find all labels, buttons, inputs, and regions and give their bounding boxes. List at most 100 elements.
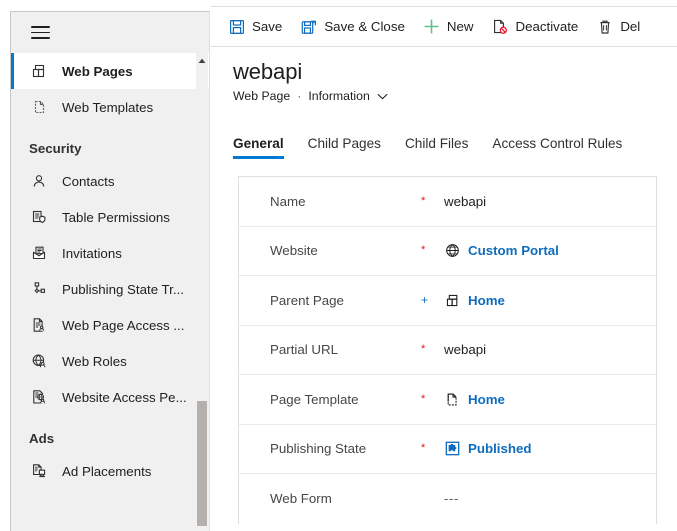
sitemap-header xyxy=(11,12,209,53)
field-value: --- xyxy=(444,491,459,507)
form-row-partial-url: Partial URL * webapi xyxy=(239,326,656,375)
command-bar: Save Save & Close New Deactivate Del xyxy=(211,6,677,47)
scrollbar-thumb[interactable] xyxy=(197,401,207,526)
tab-access-control-rules[interactable]: Access Control Rules xyxy=(480,125,634,162)
form-row-parent-page: Parent Page + Home xyxy=(239,276,656,326)
page-template-icon xyxy=(444,391,461,408)
record-subheader: Web Page · Information xyxy=(233,89,677,103)
record-header: webapi Web Page · Information xyxy=(211,47,677,103)
parent-page-field[interactable]: Home xyxy=(444,292,505,309)
tab-strip: General Child Pages Child Files Access C… xyxy=(211,125,677,162)
app-window: Web Pages Web Templates Security Contact… xyxy=(0,0,677,531)
form-row-web-form: Web Form --- xyxy=(239,474,656,524)
sitemap-scrollbar[interactable] xyxy=(196,53,208,531)
separator-dot: · xyxy=(297,89,302,103)
partial-url-field[interactable]: webapi xyxy=(444,342,486,357)
field-label: Page Template xyxy=(270,391,359,407)
ad-placements-icon xyxy=(29,461,49,481)
required-marker: * xyxy=(421,244,426,257)
web-form-field[interactable]: --- xyxy=(444,491,459,506)
website-field[interactable]: Custom Portal xyxy=(444,242,559,259)
sidebar-item-label: Web Templates xyxy=(62,99,154,115)
form-row-name: Name * webapi xyxy=(239,177,656,227)
field-label: Partial URL xyxy=(270,342,338,358)
form-row-website: Website * Custom Portal xyxy=(239,227,656,276)
scroll-up-arrow-icon[interactable] xyxy=(196,55,208,67)
field-label: Name xyxy=(270,193,306,209)
save-and-close-label: Save & Close xyxy=(324,19,405,34)
field-value: Home xyxy=(468,391,505,407)
form-row-publishing-state: Publishing State * Published xyxy=(239,425,656,474)
required-marker: * xyxy=(421,442,426,455)
sidebar-group-ads: Ads xyxy=(29,431,55,446)
sidebar-item-label: Table Permissions xyxy=(62,209,170,225)
field-label: Publishing State xyxy=(270,441,367,457)
sidebar-item-website-access-permissions[interactable]: Website Access Pe... xyxy=(11,379,209,415)
form-selector[interactable]: Information xyxy=(308,89,388,103)
globe-icon xyxy=(444,242,461,259)
sidebar-item-table-permissions[interactable]: Table Permissions xyxy=(11,199,209,235)
field-value: webapi xyxy=(444,193,487,209)
recommended-marker: + xyxy=(421,293,429,308)
delete-label: Del xyxy=(620,19,641,34)
delete-button[interactable]: Del xyxy=(587,7,649,46)
sidebar-item-web-templates[interactable]: Web Templates xyxy=(11,89,209,125)
publishing-state-field[interactable]: Published xyxy=(444,440,532,457)
web-pages-icon xyxy=(29,61,49,81)
sidebar-item-web-pages[interactable]: Web Pages xyxy=(11,53,209,89)
new-label: New xyxy=(446,19,474,34)
deactivate-button[interactable]: Deactivate xyxy=(482,7,587,46)
delete-icon xyxy=(596,18,613,35)
plus-icon xyxy=(423,18,440,35)
form-row-page-template: Page Template * Home xyxy=(239,375,656,425)
name-field[interactable]: webapi xyxy=(444,194,486,209)
sidebar-item-label: Ad Placements xyxy=(62,463,152,479)
publishing-state-icon xyxy=(29,279,49,299)
entity-name: Web Page xyxy=(233,89,291,103)
form-selector-label: Information xyxy=(308,89,370,103)
tab-child-pages[interactable]: Child Pages xyxy=(296,125,393,162)
web-roles-icon xyxy=(29,351,49,371)
form-card: Name * webapi Website * Custom Portal Pa… xyxy=(238,176,657,524)
chevron-down-icon xyxy=(377,93,388,100)
contacts-icon xyxy=(29,171,49,191)
field-value: Custom Portal xyxy=(468,243,559,259)
menu-hamburger-icon[interactable] xyxy=(31,26,50,39)
sidebar-item-label: Publishing State Tr... xyxy=(62,281,184,297)
sidebar-item-label: Invitations xyxy=(62,245,122,261)
save-close-icon xyxy=(300,18,317,35)
sidebar-item-label: Web Page Access ... xyxy=(62,317,185,333)
sidebar-item-contacts[interactable]: Contacts xyxy=(11,163,209,199)
required-marker: * xyxy=(421,392,426,405)
sitemap-panel: Web Pages Web Templates Security Contact… xyxy=(10,11,210,531)
sidebar-item-label: Web Roles xyxy=(62,353,127,369)
sidebar-item-label: Web Pages xyxy=(62,63,133,79)
tab-general[interactable]: General xyxy=(233,125,296,162)
page-title: webapi xyxy=(233,59,303,84)
sidebar-item-label: Contacts xyxy=(62,173,115,189)
sidebar-item-web-roles[interactable]: Web Roles xyxy=(11,343,209,379)
web-pages-icon xyxy=(444,292,461,309)
sidebar-item-ad-placements[interactable]: Ad Placements xyxy=(11,453,209,489)
field-value: Published xyxy=(468,441,532,457)
sidebar-group-security: Security xyxy=(29,141,82,156)
required-marker: * xyxy=(421,343,426,356)
web-templates-icon xyxy=(29,97,49,117)
tab-child-files[interactable]: Child Files xyxy=(393,125,480,162)
save-label: Save xyxy=(252,19,283,34)
save-and-close-button[interactable]: Save & Close xyxy=(291,7,414,46)
new-button[interactable]: New xyxy=(414,7,483,46)
required-marker: * xyxy=(421,194,426,207)
field-value: webapi xyxy=(444,342,487,358)
save-button[interactable]: Save xyxy=(219,7,291,46)
page-template-field[interactable]: Home xyxy=(444,391,505,408)
sitemap-nav-list: Web Pages Web Templates Security Contact… xyxy=(11,53,209,489)
field-label: Website xyxy=(270,243,318,259)
field-label: Web Form xyxy=(270,491,332,507)
save-icon xyxy=(228,18,245,35)
sidebar-item-publishing-state-transition-rules[interactable]: Publishing State Tr... xyxy=(11,271,209,307)
publishing-state-badge-icon xyxy=(444,440,461,457)
sidebar-item-web-page-access-control-rules[interactable]: Web Page Access ... xyxy=(11,307,209,343)
sidebar-item-invitations[interactable]: Invitations xyxy=(11,235,209,271)
web-page-access-icon xyxy=(29,315,49,335)
